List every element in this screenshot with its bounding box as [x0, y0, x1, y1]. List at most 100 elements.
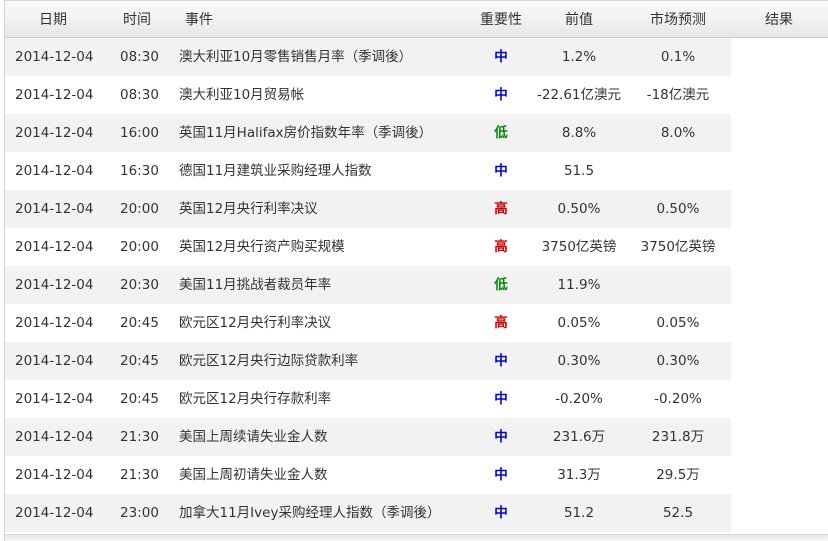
row-date: 2014-12-04: [15, 429, 94, 445]
row-date: 2014-12-04: [15, 49, 94, 65]
row-previous: 51.2: [563, 505, 595, 521]
row-forecast: 3750亿英镑: [640, 239, 716, 255]
row-forecast: 29.5万: [656, 467, 700, 483]
row-previous: 11.9%: [557, 277, 601, 293]
row-time: 20:30: [120, 277, 159, 293]
table-row[interactable]: 2014-12-04 16:00 英国11月Halifax房价指数年率（季调後） 低 8…: [5, 114, 731, 152]
row-importance: 低: [494, 277, 508, 293]
row-time: 20:00: [120, 201, 159, 217]
column-header-forecast[interactable]: 市场预测: [633, 1, 723, 39]
row-time: 21:30: [120, 467, 159, 483]
row-forecast: 0.05%: [656, 315, 700, 331]
row-time: 23:00: [120, 505, 159, 521]
row-forecast: 231.8万: [651, 429, 705, 445]
row-importance: 中: [494, 429, 508, 445]
row-forecast: [633, 152, 723, 190]
row-event: 德国11月建筑业采购经理人指数: [179, 163, 372, 179]
row-event: 澳大利亚10月零售销售月率（季调後）: [179, 49, 413, 65]
table-row[interactable]: 2014-12-04 20:45 欧元区12月央行利率决议 高 0.05% 0.05%: [5, 304, 731, 342]
row-importance: 中: [494, 467, 508, 483]
table-row[interactable]: 2014-12-04 20:00 英国12月央行资产购买规模 高 3750亿英镑 3750…: [5, 228, 731, 266]
table-row[interactable]: 2014-12-04 20:30 美国11月挑战者裁员年率 低 11.9%: [5, 266, 731, 304]
row-date: 2014-12-04: [15, 163, 94, 179]
row-forecast: 8.0%: [660, 125, 696, 141]
row-date: 2014-12-04: [15, 505, 94, 521]
row-event: 加拿大11月Ivey采购经理人指数（季调後）: [179, 505, 441, 521]
row-forecast: 0.1%: [660, 49, 696, 65]
row-previous: 8.8%: [561, 125, 597, 141]
row-event: 欧元区12月央行存款利率: [179, 391, 332, 407]
table-row[interactable]: 2014-12-04 21:30 美国上周初请失业金人数 中 31.3万 29.5万: [5, 456, 731, 494]
row-time: 20:45: [120, 315, 159, 331]
row-event: 欧元区12月央行利率决议: [179, 315, 332, 331]
row-previous: 31.3万: [557, 467, 601, 483]
row-previous: 1.2%: [561, 49, 597, 65]
column-header-result[interactable]: 结果: [749, 1, 809, 39]
row-event: 英国12月央行资产购买规模: [179, 239, 345, 255]
table-header: 日期 时间 事件 重要性 前值 市场预测 结果: [5, 0, 828, 38]
row-importance: 高: [494, 315, 508, 331]
row-importance: 中: [494, 391, 508, 407]
table-body: 2014-12-04 08:30 澳大利亚10月零售销售月率（季调後） 中 1.2% 0.…: [5, 38, 731, 532]
economic-calendar-table: 日期 时间 事件 重要性 前值 市场预测 结果 2014-12-04 08:30 澳…: [4, 0, 828, 541]
row-time: 16:30: [120, 163, 159, 179]
table-row[interactable]: 2014-12-04 20:45 欧元区12月央行边际贷款利率 中 0.30% 0.30%: [5, 342, 731, 380]
row-importance: 高: [494, 239, 508, 255]
table-row[interactable]: 2014-12-04 23:00 加拿大11月Ivey采购经理人指数（季调後） 中 51…: [5, 494, 731, 532]
row-date: 2014-12-04: [15, 315, 94, 331]
column-header-event[interactable]: 事件: [185, 1, 213, 39]
row-event: 英国11月Halifax房价指数年率（季调後）: [179, 125, 433, 141]
column-header-importance[interactable]: 重要性: [471, 1, 531, 39]
row-event: 美国上周续请失业金人数: [179, 429, 328, 445]
row-forecast: -0.20%: [654, 391, 702, 407]
column-header-previous[interactable]: 前值: [535, 1, 623, 39]
table-row[interactable]: 2014-12-04 20:00 英国12月央行利率决议 高 0.50% 0.50%: [5, 190, 731, 228]
table-row[interactable]: 2014-12-04 21:30 美国上周续请失业金人数 中 231.6万 231.8万: [5, 418, 731, 456]
row-forecast: -18亿澳元: [646, 87, 710, 103]
row-date: 2014-12-04: [15, 239, 94, 255]
row-event: 英国12月央行利率决议: [179, 201, 318, 217]
row-date: 2014-12-04: [15, 201, 94, 217]
row-importance: 中: [494, 163, 508, 179]
row-event: 美国11月挑战者裁员年率: [179, 277, 332, 293]
row-importance: 中: [494, 87, 508, 103]
row-previous: -0.20%: [555, 391, 603, 407]
row-event: 澳大利亚10月贸易帐: [179, 87, 305, 103]
row-previous: 0.05%: [557, 315, 601, 331]
row-importance: 中: [494, 49, 508, 65]
table-row[interactable]: 2014-12-04 08:30 澳大利亚10月贸易帐 中 -22.61亿澳元 -18亿澳…: [5, 76, 731, 114]
row-date: 2014-12-04: [15, 353, 94, 369]
row-forecast: [633, 266, 723, 304]
row-date: 2014-12-04: [15, 87, 94, 103]
row-importance: 高: [494, 201, 508, 217]
row-time: 08:30: [120, 87, 159, 103]
row-importance: 中: [494, 505, 508, 521]
table-row[interactable]: 2014-12-04 08:30 澳大利亚10月零售销售月率（季调後） 中 1.2% 0.…: [5, 38, 731, 76]
row-time: 21:30: [120, 429, 159, 445]
table-footer-rule: [5, 534, 828, 541]
row-date: 2014-12-04: [15, 467, 94, 483]
row-time: 20:45: [120, 353, 159, 369]
table-row[interactable]: 2014-12-04 20:45 欧元区12月央行存款利率 中 -0.20% -0.20%: [5, 380, 731, 418]
column-header-time[interactable]: 时间: [123, 1, 151, 39]
row-previous: -22.61亿澳元: [536, 87, 622, 103]
row-previous: 231.6万: [552, 429, 606, 445]
row-time: 16:00: [120, 125, 159, 141]
row-forecast: 0.50%: [656, 201, 700, 217]
row-importance: 低: [494, 125, 508, 141]
table-row[interactable]: 2014-12-04 16:30 德国11月建筑业采购经理人指数 中 51.5: [5, 152, 731, 190]
row-time: 08:30: [120, 49, 159, 65]
row-previous: 0.30%: [557, 353, 601, 369]
row-time: 20:00: [120, 239, 159, 255]
row-previous: 51.5: [563, 163, 595, 179]
row-forecast: 52.5: [662, 505, 694, 521]
row-date: 2014-12-04: [15, 391, 94, 407]
row-event: 美国上周初请失业金人数: [179, 467, 328, 483]
row-date: 2014-12-04: [15, 125, 94, 141]
row-importance: 中: [494, 353, 508, 369]
column-header-date[interactable]: 日期: [39, 1, 67, 39]
row-date: 2014-12-04: [15, 277, 94, 293]
row-previous: 0.50%: [557, 201, 601, 217]
row-event: 欧元区12月央行边际贷款利率: [179, 353, 359, 369]
row-previous: 3750亿英镑: [541, 239, 617, 255]
